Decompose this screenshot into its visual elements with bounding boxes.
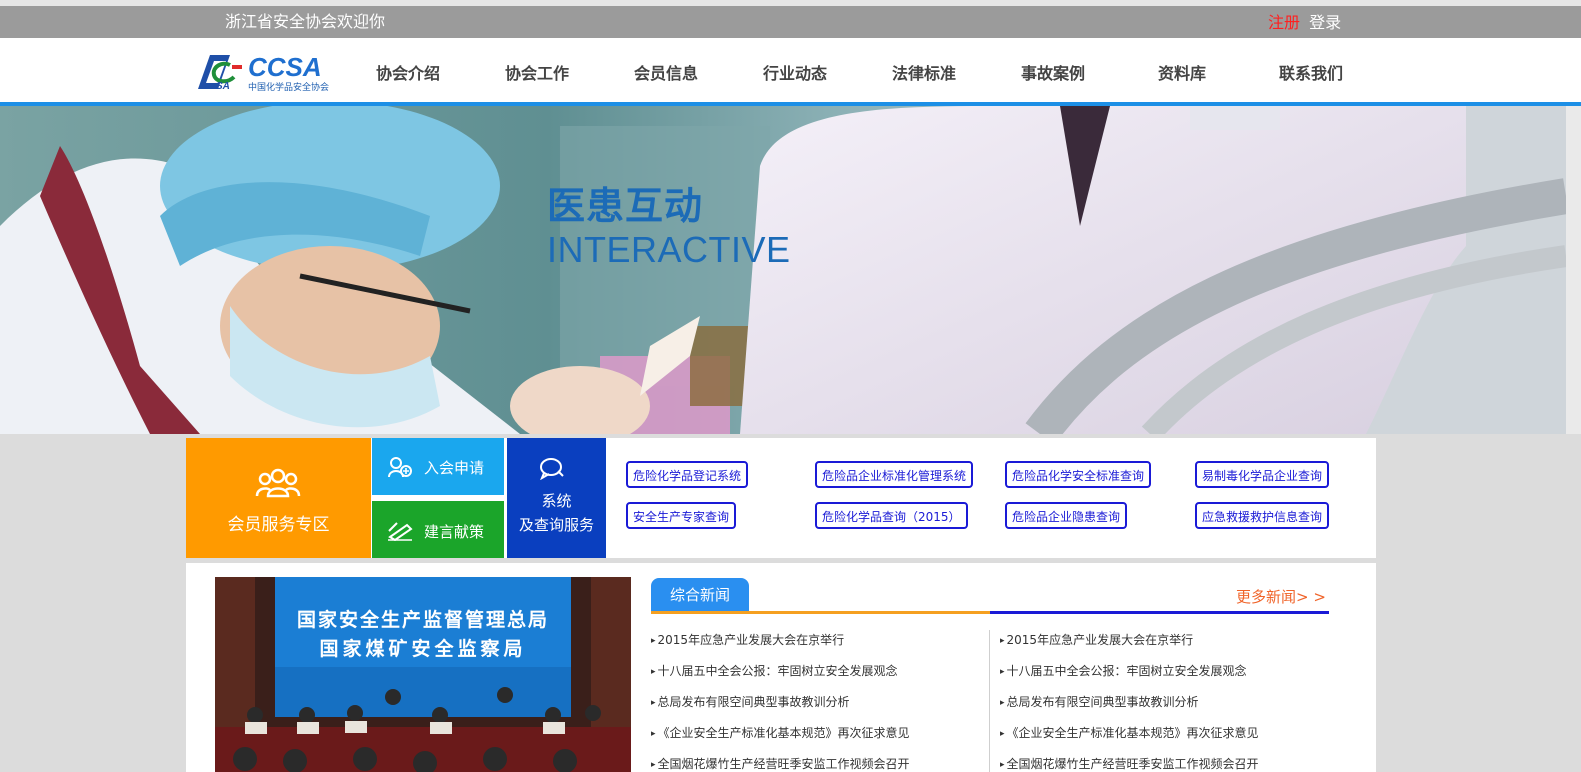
more-news-link[interactable]: 更多新闻> > [1236,586,1326,607]
photo-caption-line2: 国家煤矿安全监察局 [319,638,527,660]
news-underline-orange [651,611,990,614]
photo-caption-line1: 国家安全生产监督管理总局 [296,609,549,631]
member-service-label: 会员服务专区 [227,515,330,535]
news-photo[interactable]: 国家安全生产监督管理总局 国家煤矿安全监察局 [215,577,631,772]
system-link-safety-standard[interactable]: 危险品化学安全标准查询 [1005,461,1152,488]
news-item[interactable]: 十八届五中全会公报：牢固树立安全发展观念 [651,662,898,679]
nav-industry[interactable]: 行业动态 [763,60,827,84]
news-item[interactable]: 十八届五中全会公报：牢固树立安全发展观念 [1000,662,1247,679]
system-link-hazchem-2015[interactable]: 危险化学品查询（2015） [815,502,968,529]
top-bar: 浙江省安全协会欢迎你 注册 登录 [0,6,1581,38]
system-link-standardization[interactable]: 危险品企业标准化管理系统 [815,461,974,488]
join-application-tile[interactable]: 入会申请 [372,438,504,495]
chat-search-icon [540,458,564,480]
news-item[interactable]: 2015年应急产业发展大会在京举行 [651,631,845,648]
news-underline-blue [990,611,1329,614]
system-link-emergency[interactable]: 应急救援救护信息查询 [1195,502,1330,529]
news-item[interactable]: 全国烟花爆竹生产经营旺季安监工作视频会召开 [1000,755,1259,772]
banner-title: 医患互动 [547,184,704,228]
news-item[interactable]: 《企业安全生产标准化基本规范》再次征求意见 [651,724,910,741]
add-user-icon [388,457,412,478]
news-item[interactable]: 总局发布有限空间典型事故教训分析 [1000,693,1199,710]
news-item[interactable]: 《企业安全生产标准化基本规范》再次征求意见 [1000,724,1259,741]
nav-cases[interactable]: 事故案例 [1021,60,1085,84]
system-link-hidden-danger[interactable]: 危险品企业隐患查询 [1005,502,1128,529]
register-link[interactable]: 注册 [1268,13,1300,32]
advice-tile[interactable]: 建言献策 [372,501,504,558]
nav-work[interactable]: 协会工作 [505,60,569,84]
system-link-expert[interactable]: 安全生产专家查询 [626,502,737,529]
news-column-divider [989,630,990,772]
advice-label: 建言献策 [424,523,485,541]
welcome-text: 浙江省安全协会欢迎你 [225,12,386,31]
logo-subtitle: 中国化学品安全协会 [248,83,330,93]
system-link-hazchem-registration[interactable]: 危险化学品登记系统 [626,461,749,488]
nav-members[interactable]: 会员信息 [634,60,698,84]
group-icon [255,468,301,498]
news-item[interactable]: 全国烟花爆竹生产经营旺季安监工作视频会召开 [651,755,910,772]
join-application-label: 入会申请 [424,459,485,477]
auth-links: 注册 登录 [1268,14,1341,32]
site-header: SA CCSA 中国化学品安全协会 协会介绍 协会工作 会员信息 行业动态 法律… [0,38,1581,102]
hero-banner[interactable]: 医患互动 INTERACTIVE [0,106,1566,434]
ccsa-logo-icon: SA [198,55,242,91]
nav-contact[interactable]: 联系我们 [1279,60,1343,84]
nav-about[interactable]: 协会介绍 [376,60,440,84]
system-query-tile[interactable]: 系统 及查询服务 [507,438,606,558]
svg-text:SA: SA [216,81,230,91]
nav-library[interactable]: 资料库 [1158,60,1206,84]
site-logo[interactable]: SA CCSA 中国化学品安全协会 [196,52,336,93]
banner-scroll-gap [1566,106,1581,434]
system-link-precursor[interactable]: 易制毒化学品企业查询 [1195,461,1330,488]
news-item[interactable]: 2015年应急产业发展大会在京举行 [1000,631,1194,648]
system-label-line2: 及查询服务 [518,516,594,534]
nav-law[interactable]: 法律标准 [892,60,956,84]
login-link[interactable]: 登录 [1309,13,1341,32]
pen-icon [388,522,413,541]
logo-text: CCSA [248,52,322,82]
tab-general-news[interactable]: 综合新闻 [651,578,749,611]
system-label-line1: 系统 [541,492,572,510]
news-item[interactable]: 总局发布有限空间典型事故教训分析 [651,693,850,710]
banner-subtitle: INTERACTIVE [547,229,791,270]
member-service-tile[interactable]: 会员服务专区 [186,438,371,558]
